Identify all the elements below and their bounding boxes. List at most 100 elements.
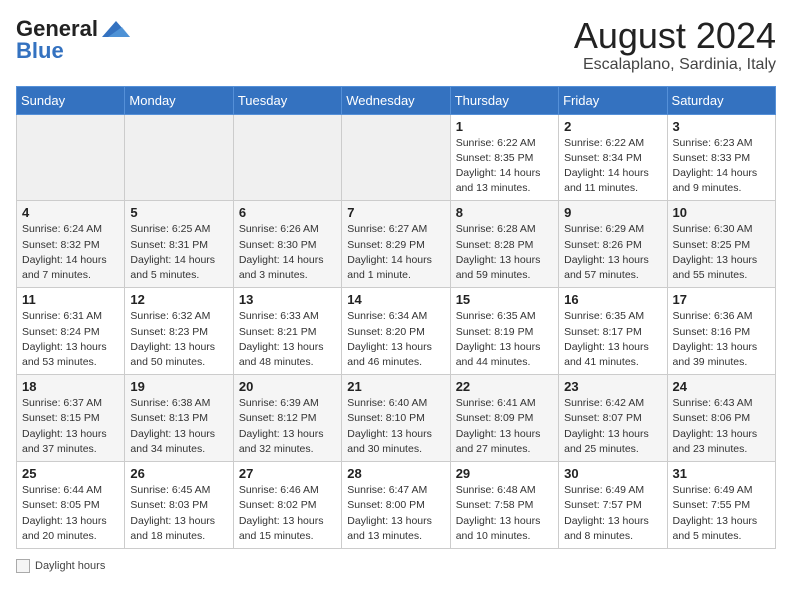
month-year-title: August 2024	[574, 16, 776, 56]
calendar-week-row: 25 Sunrise: 6:44 AM Sunset: 8:05 PM Dayli…	[17, 462, 776, 549]
day-number: 10	[673, 205, 770, 220]
calendar-week-row: 11Sunrise: 6:31 AM Sunset: 8:24 PM Dayli…	[17, 288, 776, 375]
calendar-cell: 3 Sunrise: 6:23 AM Sunset: 8:33 PM Daylig…	[667, 114, 775, 201]
day-number: 7	[347, 205, 444, 220]
calendar-week-row: 18Sunrise: 6:37 AM Sunset: 8:15 PM Dayli…	[17, 375, 776, 462]
day-info: Sunrise: 6:35 AM Sunset: 8:17 PM Dayligh…	[564, 309, 661, 370]
day-number: 18	[22, 379, 119, 394]
day-number: 15	[456, 292, 553, 307]
calendar-cell: 17 Sunrise: 6:36 AM Sunset: 8:16 PM Dayli…	[667, 288, 775, 375]
day-info: Sunrise: 6:42 AM Sunset: 8:07 PM Dayligh…	[564, 396, 661, 457]
calendar-cell: 5 Sunrise: 6:25 AM Sunset: 8:31 PM Daylig…	[125, 201, 233, 288]
day-number: 20	[239, 379, 336, 394]
day-number: 16	[564, 292, 661, 307]
day-info: Sunrise: 6:43 AM Sunset: 8:06 PM Dayligh…	[673, 396, 770, 457]
day-number: 1	[456, 119, 553, 134]
day-number: 30	[564, 466, 661, 481]
calendar-cell: 10Sunrise: 6:30 AM Sunset: 8:25 PM Dayli…	[667, 201, 775, 288]
day-number: 8	[456, 205, 553, 220]
day-info: Sunrise: 6:39 AM Sunset: 8:12 PM Dayligh…	[239, 396, 336, 457]
day-number: 5	[130, 205, 227, 220]
page-header: General Blue August 2024 Escalaplano, Sa…	[16, 16, 776, 74]
day-info: Sunrise: 6:35 AM Sunset: 8:19 PM Dayligh…	[456, 309, 553, 370]
calendar-cell: 20 Sunrise: 6:39 AM Sunset: 8:12 PM Dayli…	[233, 375, 341, 462]
day-number: 6	[239, 205, 336, 220]
day-number: 13	[239, 292, 336, 307]
day-number: 29	[456, 466, 553, 481]
day-number: 17	[673, 292, 770, 307]
day-info: Sunrise: 6:45 AM Sunset: 8:03 PM Dayligh…	[130, 483, 227, 544]
calendar-header-friday: Friday	[559, 86, 667, 114]
day-number: 3	[673, 119, 770, 134]
day-number: 28	[347, 466, 444, 481]
day-info: Sunrise: 6:40 AM Sunset: 8:10 PM Dayligh…	[347, 396, 444, 457]
day-number: 22	[456, 379, 553, 394]
day-info: Sunrise: 6:49 AM Sunset: 7:57 PM Dayligh…	[564, 483, 661, 544]
calendar-cell: 12 Sunrise: 6:32 AM Sunset: 8:23 PM Dayli…	[125, 288, 233, 375]
calendar-cell: 29 Sunrise: 6:48 AM Sunset: 7:58 PM Dayli…	[450, 462, 558, 549]
day-info: Sunrise: 6:44 AM Sunset: 8:05 PM Dayligh…	[22, 483, 119, 544]
calendar-cell: 11Sunrise: 6:31 AM Sunset: 8:24 PM Dayli…	[17, 288, 125, 375]
title-block: August 2024 Escalaplano, Sardinia, Italy	[574, 16, 776, 74]
daylight-label: Daylight hours	[35, 560, 105, 572]
day-number: 24	[673, 379, 770, 394]
calendar-cell: 23 Sunrise: 6:42 AM Sunset: 8:07 PM Dayli…	[559, 375, 667, 462]
day-info: Sunrise: 6:48 AM Sunset: 7:58 PM Dayligh…	[456, 483, 553, 544]
calendar-cell	[233, 114, 341, 201]
day-number: 27	[239, 466, 336, 481]
day-info: Sunrise: 6:49 AM Sunset: 7:55 PM Dayligh…	[673, 483, 770, 544]
calendar-cell: 14Sunrise: 6:34 AM Sunset: 8:20 PM Dayli…	[342, 288, 450, 375]
day-number: 21	[347, 379, 444, 394]
calendar-header-tuesday: Tuesday	[233, 86, 341, 114]
day-info: Sunrise: 6:27 AM Sunset: 8:29 PM Dayligh…	[347, 222, 444, 283]
day-number: 26	[130, 466, 227, 481]
day-number: 25	[22, 466, 119, 481]
day-info: Sunrise: 6:41 AM Sunset: 8:09 PM Dayligh…	[456, 396, 553, 457]
calendar-cell	[125, 114, 233, 201]
calendar-cell: 28 Sunrise: 6:47 AM Sunset: 8:00 PM Dayli…	[342, 462, 450, 549]
calendar-cell: 4Sunrise: 6:24 AM Sunset: 8:32 PM Daylig…	[17, 201, 125, 288]
calendar-cell: 8 Sunrise: 6:28 AM Sunset: 8:28 PM Daylig…	[450, 201, 558, 288]
day-info: Sunrise: 6:25 AM Sunset: 8:31 PM Dayligh…	[130, 222, 227, 283]
day-number: 11	[22, 292, 119, 307]
calendar-cell: 25 Sunrise: 6:44 AM Sunset: 8:05 PM Dayli…	[17, 462, 125, 549]
calendar-header-thursday: Thursday	[450, 86, 558, 114]
day-info: Sunrise: 6:33 AM Sunset: 8:21 PM Dayligh…	[239, 309, 336, 370]
legend: Daylight hours	[16, 559, 776, 573]
day-number: 9	[564, 205, 661, 220]
day-info: Sunrise: 6:32 AM Sunset: 8:23 PM Dayligh…	[130, 309, 227, 370]
calendar-cell: 7 Sunrise: 6:27 AM Sunset: 8:29 PM Daylig…	[342, 201, 450, 288]
day-info: Sunrise: 6:34 AM Sunset: 8:20 PM Dayligh…	[347, 309, 444, 370]
day-info: Sunrise: 6:23 AM Sunset: 8:33 PM Dayligh…	[673, 136, 770, 197]
calendar-header-monday: Monday	[125, 86, 233, 114]
calendar-header-wednesday: Wednesday	[342, 86, 450, 114]
legend-box-odd	[16, 559, 30, 573]
day-number: 2	[564, 119, 661, 134]
day-number: 31	[673, 466, 770, 481]
calendar-cell: 15 Sunrise: 6:35 AM Sunset: 8:19 PM Dayli…	[450, 288, 558, 375]
day-number: 12	[130, 292, 227, 307]
logo-icon	[102, 19, 130, 39]
calendar-cell: 9Sunrise: 6:29 AM Sunset: 8:26 PM Daylig…	[559, 201, 667, 288]
day-info: Sunrise: 6:47 AM Sunset: 8:00 PM Dayligh…	[347, 483, 444, 544]
calendar-cell: 22 Sunrise: 6:41 AM Sunset: 8:09 PM Dayli…	[450, 375, 558, 462]
calendar-cell	[17, 114, 125, 201]
calendar-cell: 16 Sunrise: 6:35 AM Sunset: 8:17 PM Dayli…	[559, 288, 667, 375]
calendar-cell: 30 Sunrise: 6:49 AM Sunset: 7:57 PM Dayli…	[559, 462, 667, 549]
calendar-cell: 18Sunrise: 6:37 AM Sunset: 8:15 PM Dayli…	[17, 375, 125, 462]
calendar-week-row: 4Sunrise: 6:24 AM Sunset: 8:32 PM Daylig…	[17, 201, 776, 288]
calendar-header-saturday: Saturday	[667, 86, 775, 114]
day-info: Sunrise: 6:36 AM Sunset: 8:16 PM Dayligh…	[673, 309, 770, 370]
calendar-cell: 24 Sunrise: 6:43 AM Sunset: 8:06 PM Dayli…	[667, 375, 775, 462]
day-number: 4	[22, 205, 119, 220]
day-info: Sunrise: 6:22 AM Sunset: 8:34 PM Dayligh…	[564, 136, 661, 197]
day-info: Sunrise: 6:22 AM Sunset: 8:35 PM Dayligh…	[456, 136, 553, 197]
day-info: Sunrise: 6:28 AM Sunset: 8:28 PM Dayligh…	[456, 222, 553, 283]
calendar-header-row: SundayMondayTuesdayWednesdayThursdayFrid…	[17, 86, 776, 114]
calendar-cell: 21 Sunrise: 6:40 AM Sunset: 8:10 PM Dayli…	[342, 375, 450, 462]
day-number: 23	[564, 379, 661, 394]
location-subtitle: Escalaplano, Sardinia, Italy	[574, 56, 776, 74]
calendar-cell: 27 Sunrise: 6:46 AM Sunset: 8:02 PM Dayli…	[233, 462, 341, 549]
day-info: Sunrise: 6:46 AM Sunset: 8:02 PM Dayligh…	[239, 483, 336, 544]
day-info: Sunrise: 6:26 AM Sunset: 8:30 PM Dayligh…	[239, 222, 336, 283]
